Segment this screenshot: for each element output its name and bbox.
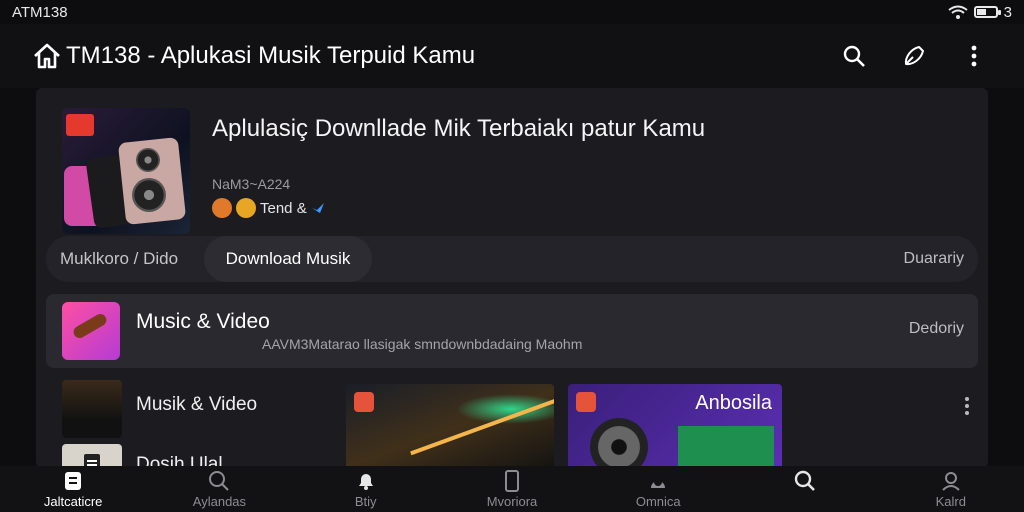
search-icon — [843, 45, 865, 67]
bird-icon — [311, 203, 324, 213]
nav-item-profile[interactable]: Kalrd — [878, 466, 1024, 512]
category-subtitle: AAVM3Matarao llasigak smndownbdadaing Ma… — [262, 336, 583, 352]
featured-album-art[interactable] — [62, 108, 190, 234]
badge-icon — [66, 114, 94, 136]
nav-item-notifications[interactable]: Btiy — [293, 466, 439, 512]
list-item-thumbnail[interactable] — [62, 444, 122, 468]
speaker-cone — [132, 178, 166, 212]
media-card[interactable]: Anbosila — [568, 384, 782, 468]
card-badge-icon — [576, 392, 596, 412]
nav-label: Omnica — [635, 494, 681, 509]
category-title: Music & Video — [136, 310, 270, 333]
nav-label: Mvoriora — [486, 494, 538, 509]
category-row[interactable]: Music & Video AAVM3Matarao llasigak smnd… — [46, 294, 978, 368]
featured-meta-text: Tend & — [260, 199, 307, 217]
tab-bar: Muklkoro / Dido Download Musik Duarariy — [46, 236, 978, 282]
search-icon — [209, 471, 230, 491]
app-title: TM138 - Aplukasi Musik Terpuid Kamu — [66, 42, 476, 69]
carrier-label: ATM138 — [12, 3, 68, 21]
nav-item-search[interactable]: Aylandas — [146, 466, 292, 512]
more-options-button[interactable] — [952, 34, 996, 78]
nav-label: Jaltcaticre — [43, 494, 103, 509]
list-item-thumbnail[interactable] — [62, 380, 122, 438]
nav-item-music[interactable]: Omnica — [585, 466, 731, 512]
speaker-image — [590, 418, 648, 468]
user-icon — [942, 472, 960, 491]
wifi-icon — [948, 5, 968, 19]
more-vertical-icon — [971, 45, 977, 67]
featured-meta: Tend & — [212, 198, 325, 218]
category-thumbnail — [62, 302, 120, 360]
card-image — [678, 426, 774, 468]
search-icon — [794, 470, 815, 491]
nav-item-device[interactable]: Mvoriora — [439, 466, 585, 512]
content-panel: Aplulasiç Downllade Mik Terbaiakı patur … — [36, 88, 988, 468]
avatar-icon — [212, 198, 232, 218]
edit-button[interactable] — [892, 34, 936, 78]
nav-label: Btiy — [354, 494, 377, 509]
status-time: 3 — [1003, 3, 1012, 21]
nav-label: Aylandas — [192, 494, 247, 509]
music-icon — [651, 478, 666, 488]
battery-icon — [973, 6, 1001, 18]
list-item-title[interactable]: Musik & Video — [136, 394, 257, 416]
tab-download-music[interactable]: Download Musik — [204, 236, 372, 282]
nav-label: Kalrd — [935, 494, 966, 509]
category-action[interactable]: Dedoriy — [909, 320, 964, 338]
speaker-cone — [136, 148, 160, 172]
bell-icon — [358, 474, 373, 490]
guitar-icon — [71, 311, 109, 341]
tab-music-video[interactable]: Muklkoro / Dido — [60, 236, 178, 282]
app-bar: TM138 - Aplukasi Musik Terpuid Kamu — [0, 24, 1024, 88]
home-icon — [65, 472, 82, 490]
featured-title[interactable]: Aplulasiç Downllade Mik Terbaiakı patur … — [212, 112, 732, 145]
search-button[interactable] — [832, 34, 876, 78]
media-card[interactable] — [346, 384, 554, 468]
featured-subtitle: NaM3~A224 — [212, 176, 291, 192]
nav-item-search-alt[interactable] — [731, 466, 877, 512]
card-badge-icon — [354, 392, 374, 412]
phone-icon — [504, 470, 519, 492]
home-icon[interactable] — [32, 42, 62, 70]
coin-icon — [236, 198, 256, 218]
tab-more-link[interactable]: Duarariy — [904, 236, 964, 282]
pen-icon — [904, 46, 924, 66]
status-bar: ATM138 3 — [0, 0, 1024, 24]
card-label: Anbosila — [695, 392, 772, 414]
more-vertical-icon[interactable] — [964, 396, 970, 416]
nav-item-home[interactable]: Jaltcaticre — [0, 466, 146, 512]
bottom-navigation: Jaltcaticre Aylandas Btiy Mvoriora Omnic… — [0, 466, 1024, 512]
